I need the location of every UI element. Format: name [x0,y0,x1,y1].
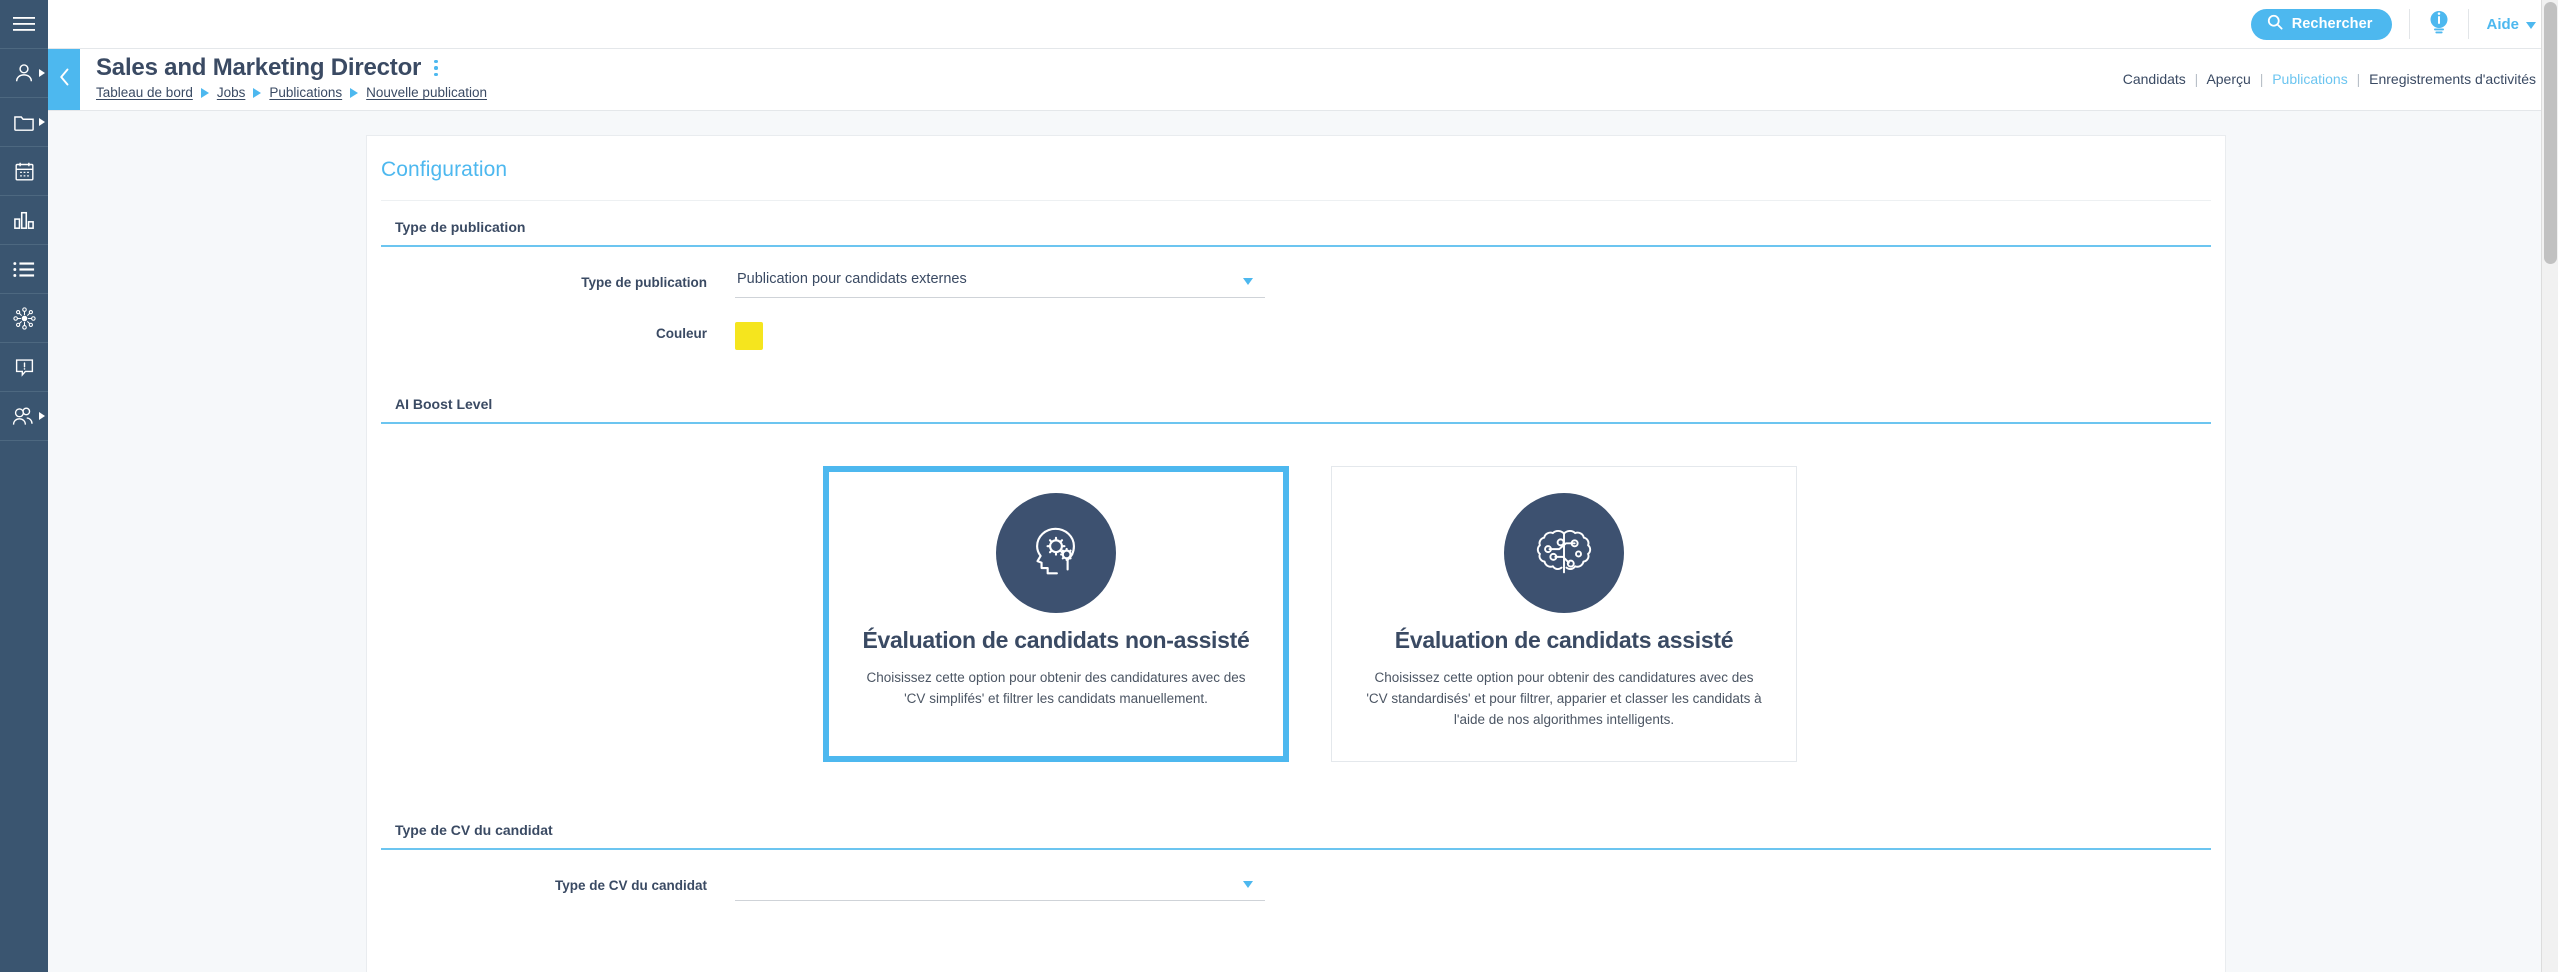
section-cv-type: Type de CV du candidat Type de CV du can… [381,804,2211,901]
sidebar-item-calendar[interactable] [0,147,48,196]
chevron-right-icon [39,118,45,126]
section-ai-boost-level: AI Boost Level Évaluation de candidats n… [381,378,2211,762]
calendar-icon [14,161,35,182]
sidebar-item-jobs[interactable] [0,98,48,147]
chevron-down-icon[interactable] [1243,278,1253,285]
vertical-scrollbar-track[interactable] [2541,0,2558,972]
field-row-publication-type: Type de publication Publication pour can… [381,247,2211,298]
field-control-cv-type [735,874,1265,901]
nav-separator: | [2259,71,2264,87]
breadcrumb-item-1[interactable]: Jobs [217,85,246,100]
brain-circuit-icon [1504,493,1624,613]
search-button[interactable]: Rechercher [2250,8,2393,40]
configuration-panel: Configuration Type de publication Type d… [366,135,2226,972]
cv-type-select[interactable] [735,874,1265,901]
nav-link-publications[interactable]: Publications [2272,71,2348,87]
ai-boost-card-non-assiste[interactable]: Évaluation de candidats non-assisté Choi… [823,466,1289,762]
list-icon [13,261,35,278]
user-icon [13,62,35,84]
chevron-right-icon [200,87,209,98]
network-hub-icon [12,306,36,330]
nav-link-enregistrements-activites[interactable]: Enregistrements d'activités [2369,71,2536,87]
ai-boost-card-title: Évaluation de candidats non-assisté [862,627,1250,653]
users-group-icon [12,406,36,426]
nav-separator: | [2194,71,2199,87]
chevron-right-icon [253,87,262,98]
hamburger-icon [13,16,35,32]
field-row-couleur: Couleur [381,298,2211,350]
folder-icon [13,112,35,132]
ai-boost-card-title: Évaluation de candidats assisté [1394,627,1734,653]
color-swatch-picker[interactable] [735,322,763,350]
chevron-down-icon [2526,21,2536,29]
section-heading-ai-boost-level: AI Boost Level [381,378,2211,424]
help-label: Aide [2486,15,2519,33]
ai-boost-card-row: Évaluation de candidats non-assisté Choi… [381,424,2211,762]
field-control-publication-type: Publication pour candidats externes [735,271,1265,298]
section-heading-publication-type: Type de publication [381,201,2211,247]
lightbulb-info-icon[interactable] [2427,9,2451,40]
field-label-couleur: Couleur [655,326,707,341]
ai-boost-card-assiste[interactable]: Évaluation de candidats assisté Choisiss… [1331,466,1797,762]
top-bar: Rechercher Aide [48,0,2558,49]
page-body: Configuration Type de publication Type d… [48,111,2558,972]
breadcrumb-item-2[interactable]: Publications [269,85,342,100]
left-sidebar-rail [0,0,48,972]
help-menu-button[interactable]: Aide [2486,16,2536,33]
ai-boost-card-description: Choisissez cette option pour obtenir des… [866,670,1246,706]
topbar-divider-1 [2409,9,2411,39]
field-label-cv-type: Type de CV du candidat [554,877,707,893]
header-nav-links: Candidats | Aperçu | Publications | Enre… [2123,71,2536,87]
alert-speech-icon [14,357,35,378]
section-heading-cv-type: Type de CV du candidat [381,804,2211,850]
sidebar-item-integrations[interactable] [0,294,48,343]
sidebar-item-users[interactable] [0,392,48,441]
sidebar-item-candidates[interactable] [0,49,48,98]
job-title-row: Sales and Marketing Director [96,54,487,81]
kebab-menu-icon[interactable] [431,58,441,79]
search-icon [2267,14,2283,34]
nav-link-apercu[interactable]: Aperçu [2206,71,2250,87]
breadcrumb-item-3[interactable]: Nouvelle publication [366,85,487,100]
sidebar-item-hamburger-menu[interactable] [0,0,48,49]
ai-boost-card-description: Choisissez cette option pour obtenir des… [1366,670,1762,727]
topbar-divider-2 [2468,9,2470,39]
nav-separator: | [2356,71,2361,87]
section-publication-type: Type de publication Type de publication … [381,201,2211,350]
sidebar-item-alerts[interactable] [0,343,48,392]
head-gears-icon [996,493,1116,613]
breadcrumb: Tableau de bord Jobs Publications Nouvel… [96,85,487,100]
publication-type-value: Publication pour candidats externes [737,271,967,287]
publication-type-select[interactable]: Publication pour candidats externes [735,271,1265,298]
sidebar-collapse-button[interactable] [48,49,80,110]
header-left-group: Sales and Marketing Director Tableau de … [96,54,487,100]
breadcrumb-item-0[interactable]: Tableau de bord [96,85,193,100]
vertical-scrollbar-thumb[interactable] [2544,2,2557,264]
chevron-down-icon[interactable] [1243,880,1253,888]
chevron-right-icon [39,69,45,77]
bar-chart-icon [13,210,35,230]
page-title: Sales and Marketing Director [96,54,422,81]
search-button-label: Rechercher [2291,16,2373,32]
field-control-couleur [735,322,1265,350]
sidebar-item-reports[interactable] [0,196,48,245]
field-label-publication-type: Type de publication [581,275,707,290]
chevron-right-icon [39,412,45,420]
chevron-left-icon [59,68,70,91]
page-header-band: Sales and Marketing Director Tableau de … [48,49,2558,111]
chevron-right-icon [350,87,359,98]
configuration-title: Configuration [381,158,508,181]
nav-link-candidats[interactable]: Candidats [2123,71,2186,87]
field-row-cv-type: Type de CV du candidat [381,850,2211,901]
sidebar-item-lists[interactable] [0,245,48,294]
